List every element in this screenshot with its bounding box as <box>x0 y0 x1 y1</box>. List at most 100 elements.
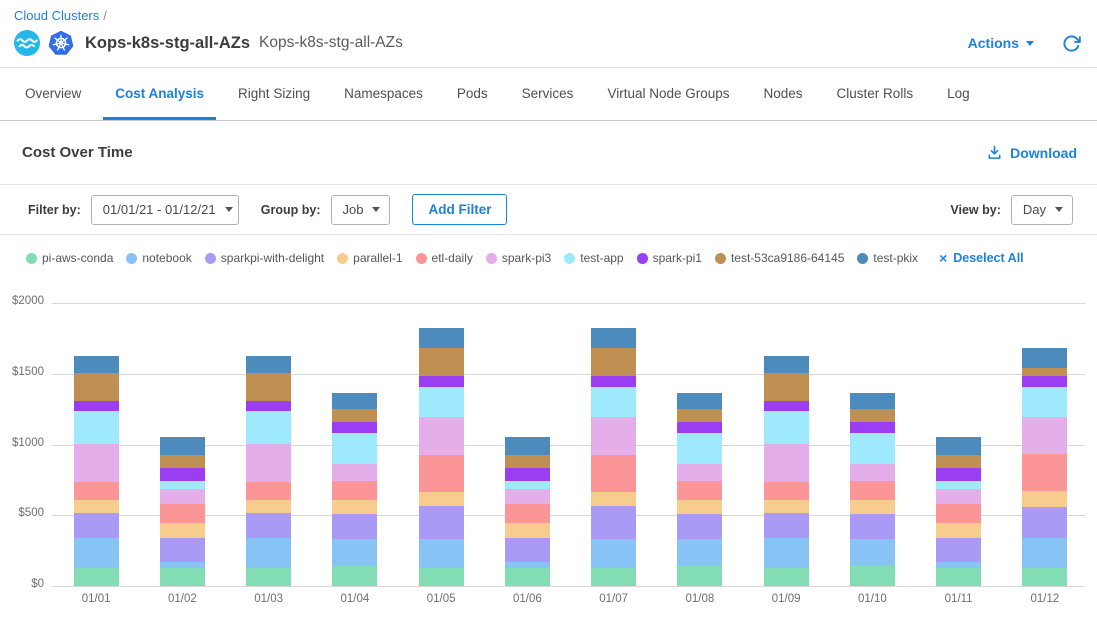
bar-segment-test-pkix[interactable] <box>160 437 205 455</box>
legend-item-pi-aws-conda[interactable]: pi-aws-conda <box>26 251 113 265</box>
bar-segment-test-53ca9186-64145[interactable] <box>160 455 205 468</box>
download-button[interactable]: Download <box>987 145 1077 161</box>
bar-segment-spark-pi3[interactable] <box>1022 417 1067 454</box>
bar-segment-sparkpi-with-delight[interactable] <box>160 538 205 562</box>
bar-segment-pi-aws-conda[interactable] <box>505 568 550 586</box>
bar-segment-parallel-1[interactable] <box>332 500 377 514</box>
bar-column-01-10[interactable]: 01/10 <box>829 276 915 586</box>
tab-cluster-rolls[interactable]: Cluster Rolls <box>825 68 926 120</box>
bar-segment-pi-aws-conda[interactable] <box>677 566 722 586</box>
bar-segment-spark-pi3[interactable] <box>764 444 809 482</box>
bar-segment-sparkpi-with-delight[interactable] <box>505 538 550 562</box>
bar-segment-spark-pi1[interactable] <box>936 468 981 481</box>
bar-segment-spark-pi1[interactable] <box>1022 376 1067 387</box>
bar-segment-sparkpi-with-delight[interactable] <box>419 506 464 539</box>
bar-segment-parallel-1[interactable] <box>160 523 205 538</box>
bar-segment-test-pkix[interactable] <box>332 393 377 409</box>
bar-segment-parallel-1[interactable] <box>1022 491 1067 507</box>
legend-item-test-53ca9186-64145[interactable]: test-53ca9186-64145 <box>715 251 844 265</box>
bar-segment-spark-pi1[interactable] <box>850 422 895 433</box>
tab-right-sizing[interactable]: Right Sizing <box>226 68 322 120</box>
bar-segment-spark-pi3[interactable] <box>419 417 464 455</box>
bar-segment-parallel-1[interactable] <box>419 492 464 506</box>
legend-item-notebook[interactable]: notebook <box>126 251 191 265</box>
legend-item-spark-pi3[interactable]: spark-pi3 <box>486 251 551 265</box>
bar-segment-spark-pi1[interactable] <box>677 422 722 433</box>
bar-column-01-04[interactable]: 01/04 <box>312 276 398 586</box>
bar-segment-test-app[interactable] <box>246 411 291 444</box>
bar-segment-test-pkix[interactable] <box>591 328 636 348</box>
bar-segment-test-53ca9186-64145[interactable] <box>505 455 550 468</box>
bar-segment-sparkpi-with-delight[interactable] <box>591 506 636 539</box>
legend-item-sparkpi-with-delight[interactable]: sparkpi-with-delight <box>205 251 324 265</box>
tab-log[interactable]: Log <box>935 68 982 120</box>
bar-segment-sparkpi-with-delight[interactable] <box>74 513 119 538</box>
bar-segment-test-pkix[interactable] <box>74 356 119 373</box>
bar-segment-test-53ca9186-64145[interactable] <box>74 373 119 401</box>
bar-segment-parallel-1[interactable] <box>246 500 291 513</box>
bar-segment-parallel-1[interactable] <box>74 500 119 513</box>
bar-segment-test-53ca9186-64145[interactable] <box>591 348 636 376</box>
bar-segment-test-pkix[interactable] <box>677 393 722 409</box>
group-by-select[interactable]: Job <box>331 195 391 225</box>
tab-services[interactable]: Services <box>510 68 586 120</box>
bar-segment-test-53ca9186-64145[interactable] <box>764 373 809 401</box>
bar-segment-test-53ca9186-64145[interactable] <box>1022 368 1067 376</box>
tab-virtual-node-groups[interactable]: Virtual Node Groups <box>595 68 741 120</box>
bar-segment-sparkpi-with-delight[interactable] <box>246 513 291 538</box>
tab-overview[interactable]: Overview <box>13 68 93 120</box>
bar-segment-etl-daily[interactable] <box>936 504 981 523</box>
bar-column-01-02[interactable]: 01/02 <box>139 276 225 586</box>
bar-segment-test-53ca9186-64145[interactable] <box>850 409 895 422</box>
bar-segment-pi-aws-conda[interactable] <box>764 568 809 586</box>
bar-segment-sparkpi-with-delight[interactable] <box>677 514 722 539</box>
bar-segment-parallel-1[interactable] <box>505 523 550 538</box>
bar-segment-pi-aws-conda[interactable] <box>850 566 895 586</box>
bar-segment-test-app[interactable] <box>936 481 981 489</box>
bar-column-01-12[interactable]: 01/12 <box>1002 276 1088 586</box>
bar-segment-etl-daily[interactable] <box>246 482 291 500</box>
bar-segment-parallel-1[interactable] <box>677 500 722 514</box>
bar-column-01-01[interactable]: 01/01 <box>53 276 139 586</box>
bar-segment-test-app[interactable] <box>332 433 377 464</box>
view-by-select[interactable]: Day <box>1011 195 1073 225</box>
bar-segment-test-pkix[interactable] <box>246 356 291 373</box>
bar-segment-sparkpi-with-delight[interactable] <box>1022 507 1067 538</box>
bar-segment-test-pkix[interactable] <box>936 437 981 455</box>
bar-segment-spark-pi1[interactable] <box>505 468 550 481</box>
tab-namespaces[interactable]: Namespaces <box>332 68 435 120</box>
breadcrumb-link[interactable]: Cloud Clusters <box>14 8 99 23</box>
bar-segment-test-app[interactable] <box>74 411 119 444</box>
bar-segment-etl-daily[interactable] <box>505 504 550 523</box>
bar-segment-test-53ca9186-64145[interactable] <box>332 409 377 422</box>
bar-segment-test-app[interactable] <box>1022 387 1067 417</box>
bar-segment-pi-aws-conda[interactable] <box>936 568 981 586</box>
bar-segment-test-pkix[interactable] <box>505 437 550 455</box>
bar-segment-etl-daily[interactable] <box>591 455 636 492</box>
bar-column-01-03[interactable]: 01/03 <box>226 276 312 586</box>
bar-segment-pi-aws-conda[interactable] <box>419 568 464 586</box>
bar-segment-spark-pi3[interactable] <box>850 464 895 481</box>
bar-segment-spark-pi3[interactable] <box>936 489 981 504</box>
bar-segment-pi-aws-conda[interactable] <box>160 568 205 586</box>
bar-segment-etl-daily[interactable] <box>419 455 464 492</box>
bar-column-01-07[interactable]: 01/07 <box>571 276 657 586</box>
bar-segment-test-53ca9186-64145[interactable] <box>936 455 981 468</box>
bar-segment-sparkpi-with-delight[interactable] <box>850 514 895 539</box>
bar-segment-pi-aws-conda[interactable] <box>74 568 119 586</box>
bar-segment-notebook[interactable] <box>246 538 291 568</box>
deselect-all-button[interactable]: × Deselect All <box>939 250 1024 266</box>
legend-item-spark-pi1[interactable]: spark-pi1 <box>637 251 702 265</box>
bar-segment-etl-daily[interactable] <box>74 482 119 500</box>
bar-segment-notebook[interactable] <box>332 539 377 566</box>
bar-segment-etl-daily[interactable] <box>160 504 205 523</box>
bar-segment-spark-pi3[interactable] <box>505 489 550 504</box>
bar-segment-sparkpi-with-delight[interactable] <box>764 513 809 538</box>
bar-segment-notebook[interactable] <box>419 539 464 568</box>
legend-item-etl-daily[interactable]: etl-daily <box>416 251 473 265</box>
bar-segment-test-app[interactable] <box>764 411 809 444</box>
bar-segment-notebook[interactable] <box>850 539 895 566</box>
bar-segment-etl-daily[interactable] <box>1022 454 1067 491</box>
bar-segment-spark-pi3[interactable] <box>591 417 636 455</box>
bar-segment-parallel-1[interactable] <box>764 500 809 513</box>
